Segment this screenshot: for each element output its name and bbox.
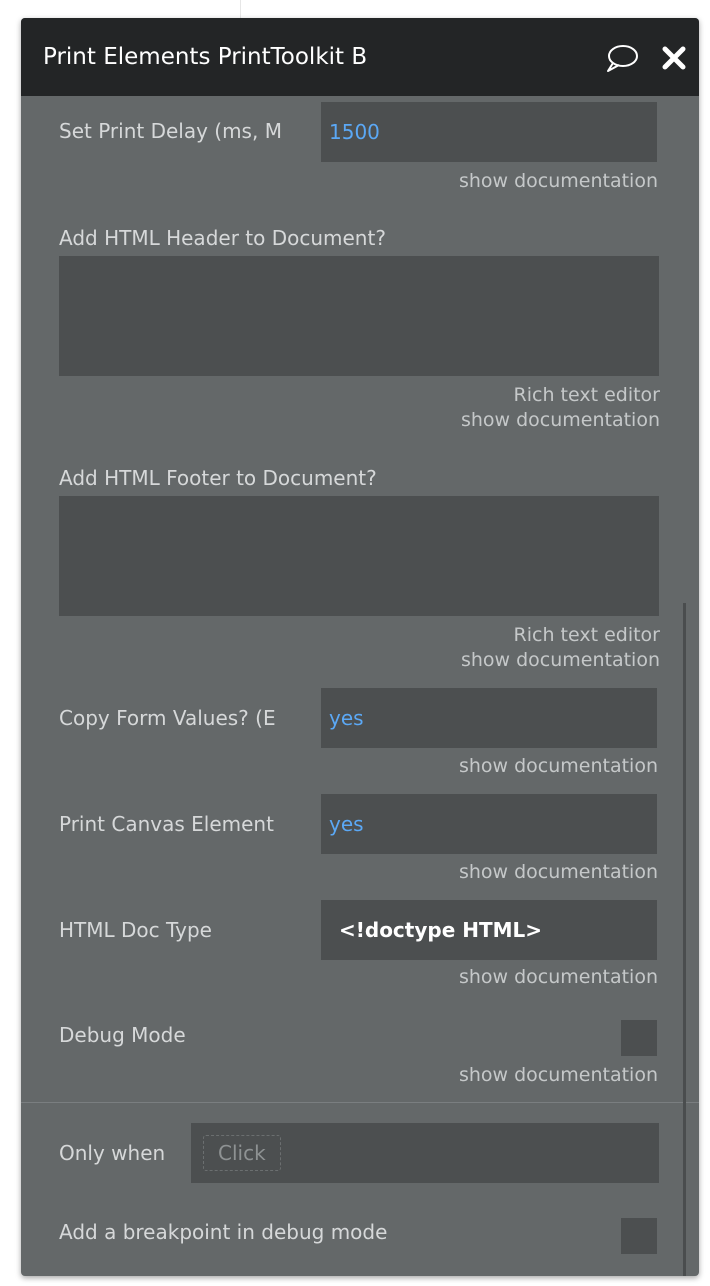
only-when-click-placeholder[interactable]: Click xyxy=(203,1135,281,1171)
property-editor-panel: Print Elements PrintToolkit B Set Print … xyxy=(21,18,699,1276)
background-divider xyxy=(240,0,241,18)
speech-bubble-icon[interactable] xyxy=(605,43,639,73)
print-delay-label: Set Print Delay (ms, M xyxy=(59,119,282,143)
html-footer-rich-text-editor[interactable]: Rich text editor xyxy=(514,624,660,646)
html-header-rich-text-editor[interactable]: Rich text editor xyxy=(514,384,660,406)
section-divider xyxy=(21,1102,699,1103)
html-header-textarea[interactable] xyxy=(59,256,659,376)
close-icon[interactable] xyxy=(659,43,689,73)
html-header-show-documentation[interactable]: show documentation xyxy=(461,409,660,431)
html-footer-label: Add HTML Footer to Document? xyxy=(59,466,377,490)
doc-type-show-documentation[interactable]: show documentation xyxy=(459,966,658,988)
copy-form-values-dropdown[interactable]: yes xyxy=(321,688,657,748)
copy-form-values-show-documentation[interactable]: show documentation xyxy=(459,755,658,777)
debug-mode-checkbox[interactable] xyxy=(621,1020,657,1056)
print-canvas-show-documentation[interactable]: show documentation xyxy=(459,861,658,883)
breakpoint-checkbox[interactable] xyxy=(621,1218,657,1254)
debug-mode-show-documentation[interactable]: show documentation xyxy=(459,1064,658,1086)
debug-mode-label: Debug Mode xyxy=(59,1023,186,1047)
panel-scrollbar[interactable] xyxy=(683,603,686,1276)
print-delay-show-documentation[interactable]: show documentation xyxy=(459,170,658,192)
only-when-condition-field[interactable]: Click xyxy=(191,1123,659,1183)
html-footer-show-documentation[interactable]: show documentation xyxy=(461,649,660,671)
doc-type-label: HTML Doc Type xyxy=(59,918,212,942)
html-header-label: Add HTML Header to Document? xyxy=(59,226,386,250)
panel-header[interactable]: Print Elements PrintToolkit B xyxy=(21,18,699,96)
html-footer-textarea[interactable] xyxy=(59,496,659,616)
copy-form-values-label: Copy Form Values? (E xyxy=(59,706,276,730)
panel-title: Print Elements PrintToolkit B xyxy=(43,44,368,70)
breakpoint-label: Add a breakpoint in debug mode xyxy=(59,1220,388,1244)
print-delay-input[interactable]: 1500 xyxy=(321,102,657,162)
doc-type-input[interactable]: <!doctype HTML> xyxy=(321,900,657,960)
only-when-label: Only when xyxy=(59,1141,166,1165)
print-canvas-dropdown[interactable]: yes xyxy=(321,794,657,854)
print-canvas-label: Print Canvas Element xyxy=(59,812,274,836)
